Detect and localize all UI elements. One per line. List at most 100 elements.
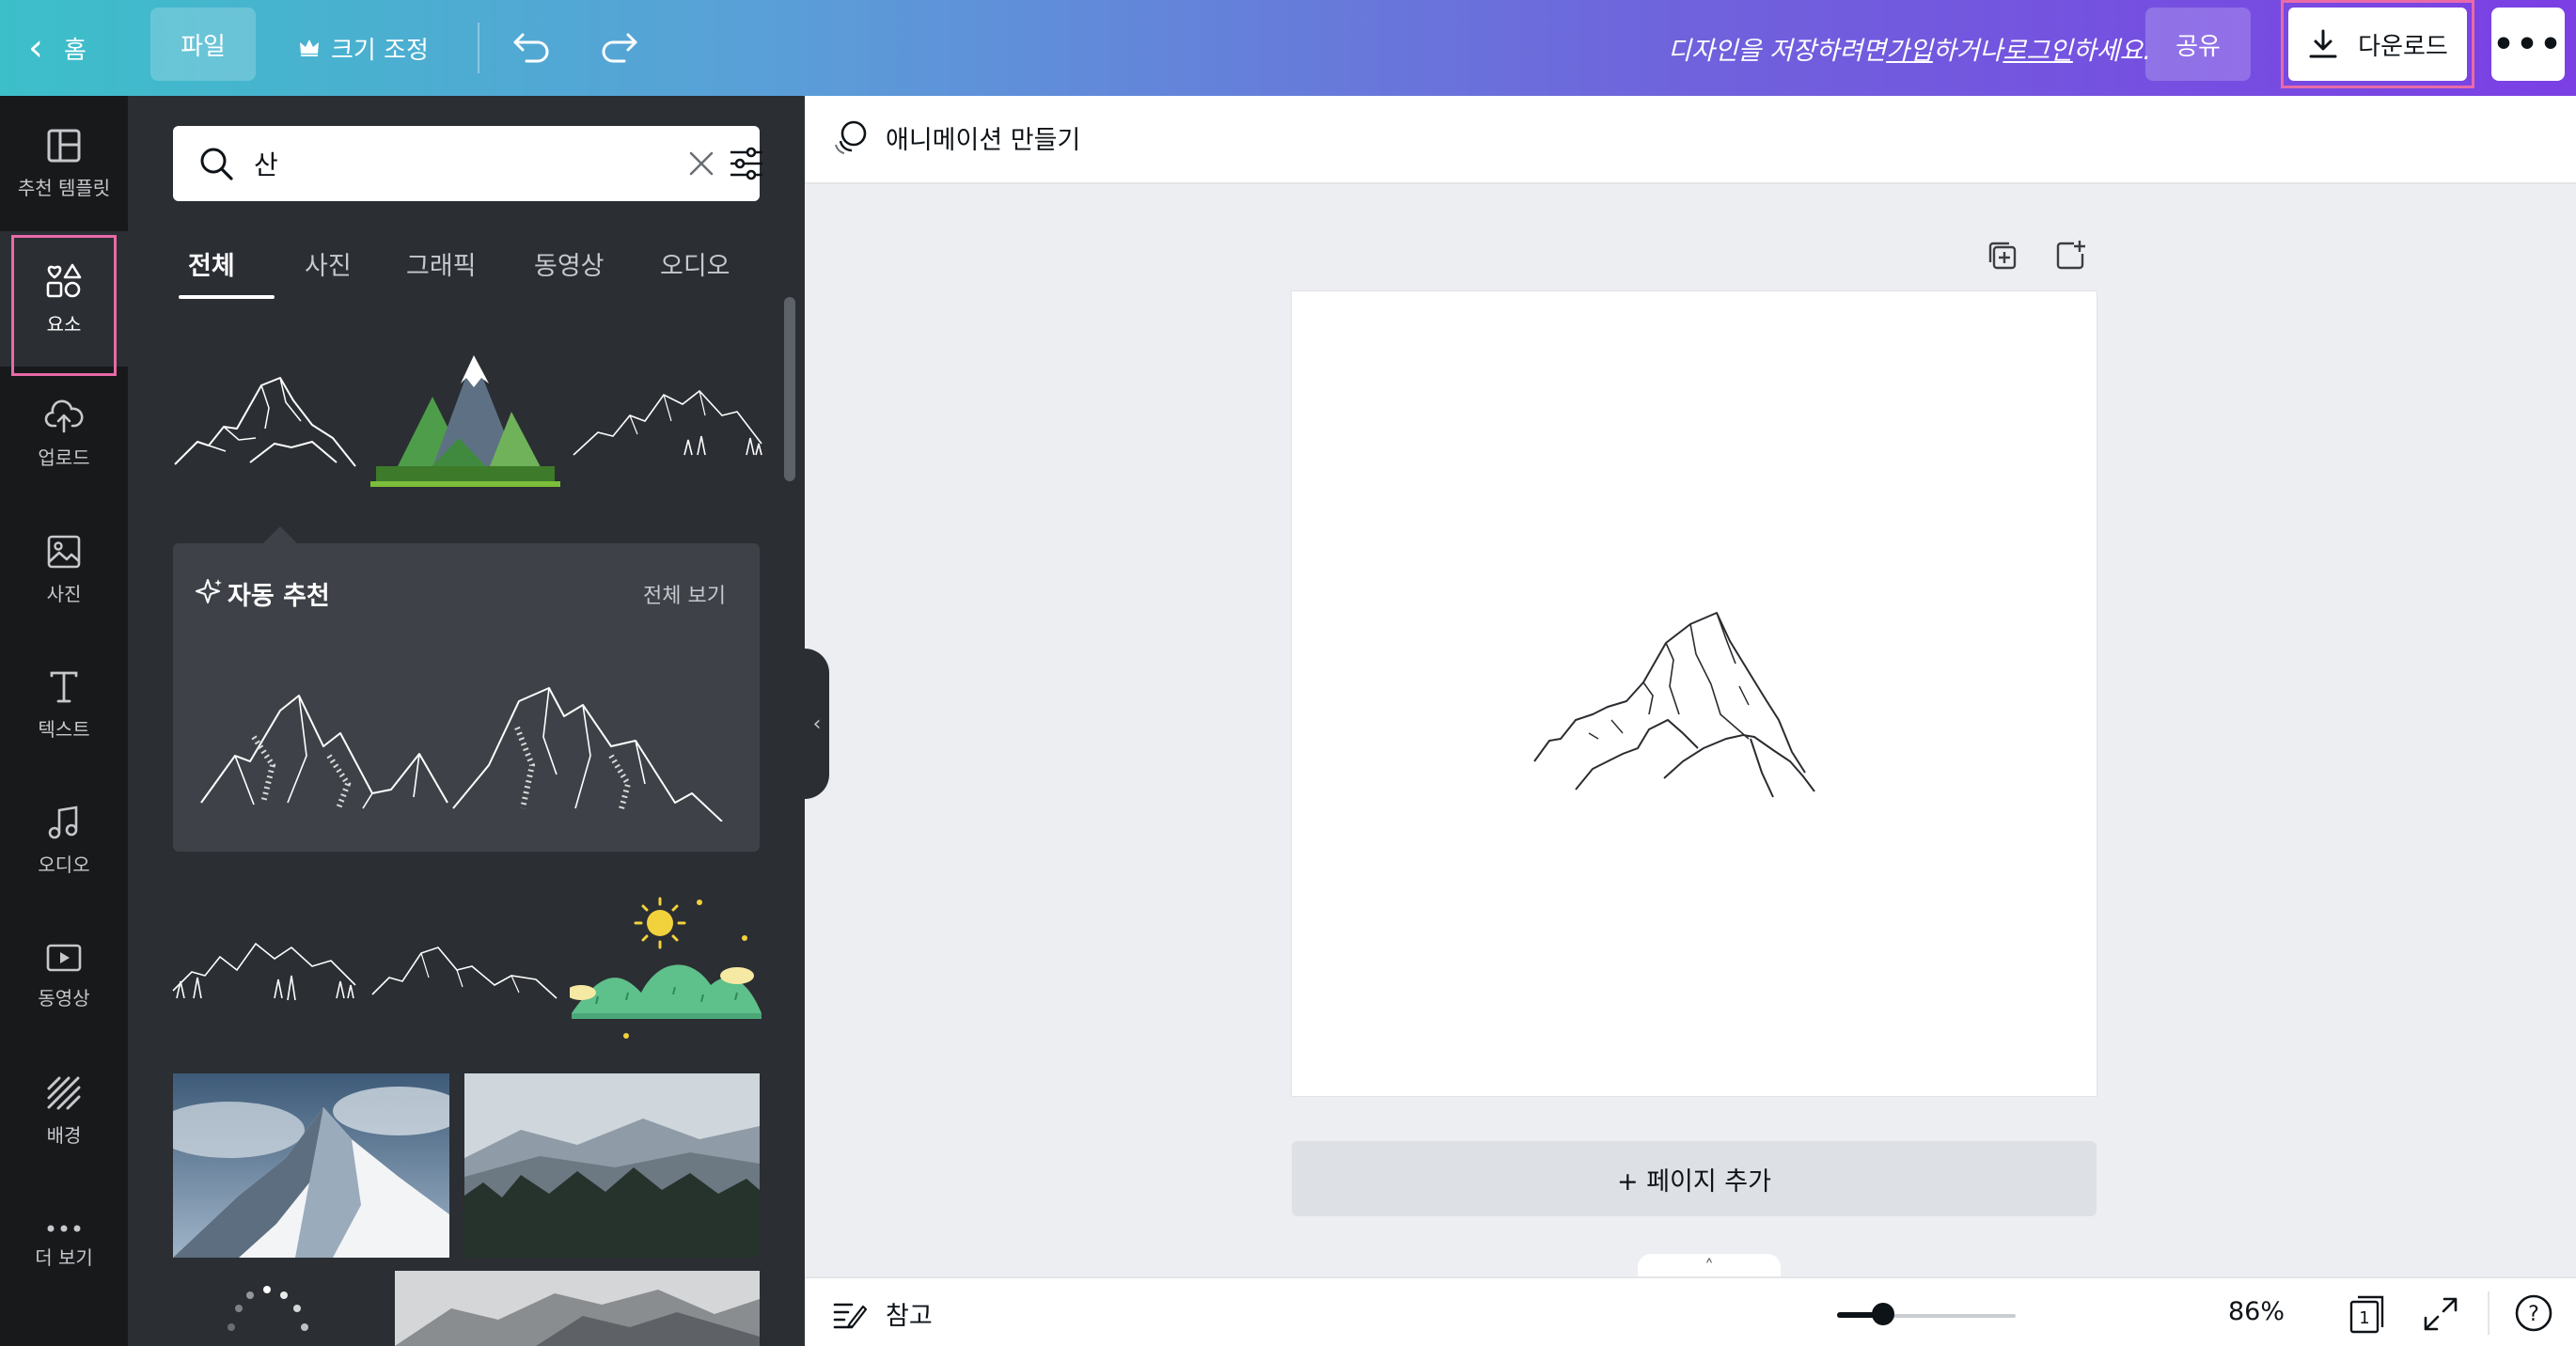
- page-count-icon[interactable]: 1: [2347, 1293, 2388, 1335]
- fullscreen-icon[interactable]: [2422, 1295, 2459, 1333]
- tab-graphics[interactable]: 그래픽: [406, 227, 477, 299]
- notes-button[interactable]: 참고: [833, 1295, 933, 1332]
- mountain-range-sketch-graphic[interactable]: [572, 378, 763, 462]
- clear-search-icon[interactable]: [688, 150, 715, 177]
- text-icon: [50, 671, 78, 702]
- save-prompt-prefix: 디자인을 저장하려면: [1667, 36, 1887, 66]
- mountain-line-drawing[interactable]: [1532, 573, 1861, 808]
- help-icon[interactable]: ?: [2514, 1293, 2553, 1333]
- tab-audio[interactable]: 오디오: [660, 227, 730, 299]
- search-value: 산: [254, 149, 278, 180]
- rail-item-uploads[interactable]: 업로드: [0, 367, 128, 502]
- help-glyph: ?: [2528, 1303, 2539, 1326]
- panel-tabs: 전체 사진 그래픽 동영상 오디오: [173, 227, 760, 303]
- recommend-caret: [263, 526, 297, 543]
- textured-mountain-graphic-1[interactable]: [197, 643, 451, 822]
- rail-item-background[interactable]: 배경: [0, 1043, 128, 1179]
- resize-button[interactable]: 크기 조정: [299, 0, 429, 96]
- left-rail: 추천 템플릿 요소 업로드 사진 텍스트 오디오 동영상 배경 더 보기: [0, 96, 128, 1346]
- more-options-button[interactable]: •••: [2491, 8, 2565, 81]
- filter-sliders-icon[interactable]: [728, 145, 765, 182]
- save-prompt-message: 디자인을 저장하려면 가입 하거나 로그인 하세요.: [1668, 0, 2151, 96]
- redo-icon: [602, 33, 637, 63]
- forest-mountain-sketch-graphic[interactable]: [171, 923, 359, 1008]
- template-icon: [47, 129, 81, 162]
- photo-icon: [47, 535, 81, 568]
- mountain-outline-graphic[interactable]: [370, 929, 558, 1004]
- rocky-mountain-photo[interactable]: [395, 1271, 760, 1346]
- rail-item-templates[interactable]: 추천 템플릿: [0, 96, 128, 231]
- rail-item-elements[interactable]: 요소: [0, 231, 128, 367]
- animate-icon: [835, 120, 867, 154]
- login-link[interactable]: 로그인: [2003, 30, 2073, 67]
- textured-mountain-graphic-2[interactable]: [451, 643, 724, 822]
- notes-label: 참고: [886, 1302, 933, 1331]
- file-menu-button[interactable]: 파일: [150, 8, 256, 81]
- rail-item-text[interactable]: 텍스트: [0, 637, 128, 773]
- share-button[interactable]: 공유: [2145, 8, 2251, 81]
- search-input[interactable]: 산: [173, 126, 762, 201]
- active-tab-indicator: [179, 295, 275, 299]
- sparkle-icon: [196, 579, 222, 603]
- rail-item-photos[interactable]: 사진: [0, 502, 128, 637]
- cloud-upload-icon: [44, 399, 84, 432]
- rail-label-more: 더 보기: [35, 1245, 93, 1269]
- rail-item-audio[interactable]: 오디오: [0, 773, 128, 908]
- notes-icon: [833, 1303, 867, 1328]
- rail-label-text: 텍스트: [38, 717, 90, 741]
- editor-toolbar: 애니메이션 만들기: [805, 96, 2576, 184]
- animate-label: 애니메이션 만들기: [886, 125, 1081, 155]
- top-bar: ‹ 홈 파일 크기 조정 디자인을 저장하려면 가입 하거나 로그인 하세요. 공유…: [0, 0, 2576, 96]
- tab-photos[interactable]: 사진: [305, 227, 352, 299]
- add-page-icon[interactable]: [2053, 239, 2087, 273]
- toolbar-divider: [478, 23, 479, 73]
- snowy-peak-photo[interactable]: [173, 1073, 449, 1258]
- add-page-button[interactable]: + 페이지 추가: [1292, 1141, 2097, 1216]
- see-all-link[interactable]: 전체 보기: [643, 579, 726, 609]
- chevron-left-icon: ‹: [812, 712, 822, 736]
- download-icon: [2309, 29, 2337, 58]
- collapse-panel-button[interactable]: ‹: [805, 649, 829, 799]
- loading-spinner-icon: [228, 1286, 308, 1331]
- misty-forest-photo[interactable]: [464, 1073, 760, 1258]
- sunny-green-hills-graphic[interactable]: [570, 891, 763, 1041]
- duplicate-page-icon[interactable]: [1986, 239, 2019, 273]
- resize-label: 크기 조정: [331, 36, 429, 65]
- rail-label-elements: 요소: [46, 312, 82, 336]
- zoom-slider-handle[interactable]: [1872, 1303, 1895, 1325]
- download-label: 다운로드: [2358, 32, 2448, 61]
- green-mountain-graphic[interactable]: [370, 346, 560, 489]
- rail-label-background: 배경: [46, 1123, 82, 1147]
- rail-label-templates: 추천 템플릿: [17, 176, 111, 199]
- chevron-left-icon: ‹: [28, 26, 43, 70]
- panel-scrollbar[interactable]: [784, 297, 795, 481]
- more-dots-icon: [47, 1225, 81, 1231]
- undo-button[interactable]: [511, 0, 553, 96]
- elements-panel: 산 전체 사진 그래픽 동영상 오디오 자동 추천 전체 보기: [128, 96, 805, 1346]
- save-prompt-suffix: 하세요.: [2072, 36, 2151, 66]
- bottom-bar: 참고 86% 1 ?: [805, 1276, 2576, 1346]
- mountain-line-graphic[interactable]: [171, 350, 359, 481]
- download-button[interactable]: 다운로드: [2288, 8, 2467, 81]
- rail-item-video[interactable]: 동영상: [0, 908, 128, 1043]
- rail-item-more[interactable]: 더 보기: [0, 1179, 128, 1314]
- page-count-number: 1: [2359, 1308, 2369, 1328]
- redo-button[interactable]: [598, 0, 639, 96]
- rail-label-audio: 오디오: [38, 853, 90, 876]
- zoom-level[interactable]: 86%: [2228, 1297, 2285, 1326]
- background-pattern-icon: [47, 1076, 81, 1109]
- search-icon: [200, 148, 233, 180]
- download-highlight: 다운로드: [2281, 0, 2474, 88]
- tab-videos[interactable]: 동영상: [534, 227, 605, 299]
- home-label: 홈: [64, 36, 86, 65]
- design-canvas[interactable]: [1292, 291, 2097, 1096]
- rail-label-photos: 사진: [46, 582, 82, 605]
- tab-all[interactable]: 전체: [188, 227, 235, 299]
- animate-button[interactable]: 애니메이션 만들기: [831, 118, 1080, 156]
- music-note-icon: [48, 805, 78, 838]
- save-prompt-middle: 하거나: [1932, 36, 2003, 66]
- signup-link[interactable]: 가입: [1886, 30, 1933, 67]
- auto-recommend-title: 자동 추천: [228, 582, 330, 611]
- home-button[interactable]: ‹ 홈: [28, 0, 86, 96]
- bottom-bar-divider: [2488, 1291, 2490, 1335]
